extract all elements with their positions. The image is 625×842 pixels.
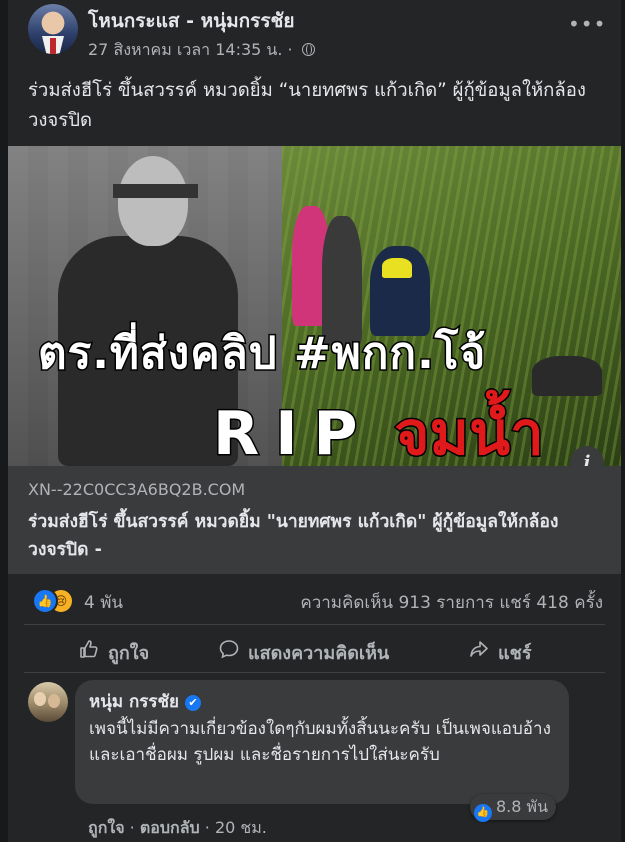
image-overlay-red-text: จมน้ำ [393,398,545,467]
share-icon [468,639,490,664]
separator: · [204,818,210,837]
comment-reply-link[interactable]: ตอบกลับ [140,818,200,837]
post-header: โหนกระแส - หนุ่มกรรชัย 27 สิงหาคม เวลา 1… [8,0,621,62]
link-preview[interactable]: XN--22C0CC3A6BQ2B.COM ร่วมส่งฮีโร่ ขึ้นส… [8,466,621,574]
comment-label: แสดงความคิดเห็น [248,643,390,664]
comment-icon [218,639,240,664]
divider [24,672,605,673]
thumbs-up-icon [78,639,100,664]
link-title[interactable]: ร่วมส่งฮีโร่ ขึ้นสวรรค์ หมวดยิ้ม "นายทศพ… [28,508,608,564]
verified-badge-icon: ✔ [185,695,202,711]
post-stats: 👍 😢 4 พัน ความคิดเห็น 913 รายการ แชร์ 41… [8,584,621,618]
like-reaction-icon: 👍 [474,804,492,822]
post-actions: ถูกใจ แสดงความคิดเห็น แชร์ [8,632,621,672]
commenter-avatar[interactable] [28,682,68,722]
post-timestamp[interactable]: 27 สิงหาคม เวลา 14:35 น. · [88,38,315,63]
globe-icon [301,43,315,56]
image-overlay-rip: RIP จมน้ำ [212,386,546,467]
comment-text: เพจนี้ไม่มีความเกี่ยวข้องใดๆกับผมทั้งสิ้… [89,719,551,765]
like-reaction-icon: 👍 [32,588,58,614]
comment-button[interactable]: แสดงความคิดเห็น [218,638,389,667]
comment-time[interactable]: 20 ชม. [215,818,267,837]
reaction-icons[interactable]: 👍 😢 [32,588,80,614]
reaction-count[interactable]: 4 พัน [84,589,123,616]
commenter-name-text[interactable]: หนุ่ม กรรชัย [89,692,179,712]
comment-bubble: หนุ่ม กรรชัย ✔ เพจนี้ไม่มีความเกี่ยวข้องใ… [75,680,569,804]
comment: หนุ่ม กรรชัย ✔ เพจนี้ไม่มีความเกี่ยวข้องใ… [8,678,621,842]
share-button[interactable]: แชร์ [468,638,532,667]
comment-reaction-text: 8.8 พัน [496,797,549,816]
comment-like-link[interactable]: ถูกใจ [88,818,125,837]
link-domain: XN--22C0CC3A6BQ2B.COM [28,480,246,499]
post-card: โหนกระแส - หนุ่มกรรชัย 27 สิงหาคม เวลา 1… [8,0,621,842]
comment-footer: ถูกใจ · ตอบกลับ · 20 ชม. [88,816,267,841]
page-avatar[interactable] [28,4,78,54]
divider [24,624,605,625]
censor-bar [113,184,198,198]
share-label: แชร์ [498,643,532,664]
comment-reaction-count[interactable]: 👍 8.8 พัน [470,794,557,822]
post-caption: ร่วมส่งฮีโร่ ขึ้นสวรรค์ หมวดยิ้ม “นายทศพ… [28,80,586,131]
image-overlay-rip-text: RIP [212,398,374,467]
more-options-icon[interactable]: ••• [568,14,605,38]
comments-shares-count[interactable]: ความคิดเห็น 913 รายการ แชร์ 418 ครั้ง [300,589,603,616]
like-label: ถูกใจ [108,643,150,664]
post-time-text[interactable]: 27 สิงหาคม เวลา 14:35 น. · [88,40,293,59]
post-author[interactable]: โหนกระแส - หนุ่มกรรชัย [88,6,295,36]
like-button[interactable]: ถูกใจ [78,638,149,667]
separator: · [129,818,135,837]
commenter-name[interactable]: หนุ่ม กรรชัย ✔ [89,688,202,715]
image-overlay-headline: ตร.ที่ส่งคลิป #พกก.โจ้ [36,327,487,381]
post-image[interactable]: ตร.ที่ส่งคลิป #พกก.โจ้ RIP จมน้ำ [8,146,621,466]
